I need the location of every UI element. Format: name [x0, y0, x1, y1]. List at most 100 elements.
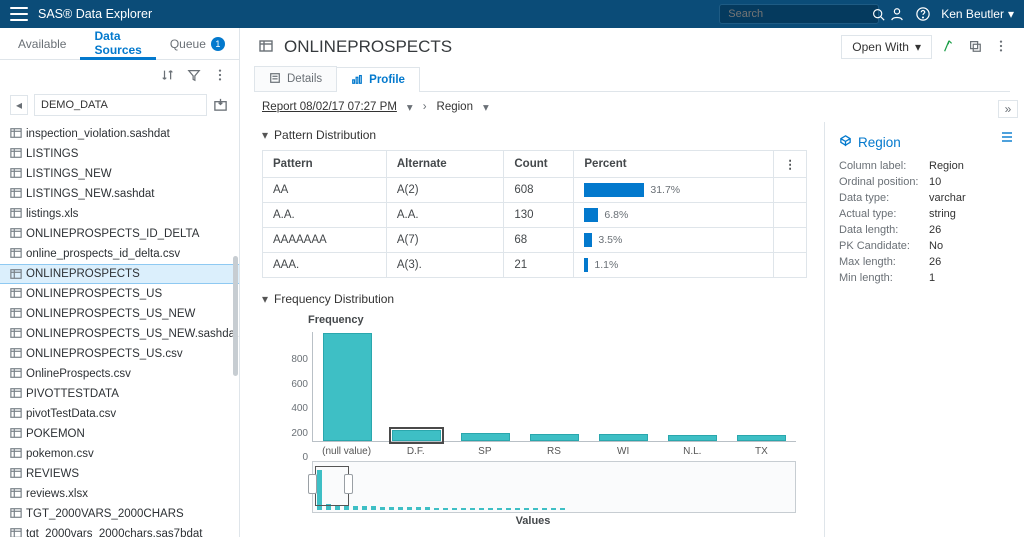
- meta-value: 10: [929, 176, 941, 188]
- x-tick: N.L.: [658, 442, 727, 457]
- list-item[interactable]: ONLINEPROSPECTS_US_NEW: [0, 304, 239, 324]
- meta-value: No: [929, 240, 943, 252]
- source-back-button[interactable]: ◂: [10, 95, 28, 115]
- list-item[interactable]: listings.xls: [0, 204, 239, 224]
- sort-icon[interactable]: [161, 68, 175, 82]
- list-item-label: pivotTestData.csv: [26, 408, 116, 420]
- content-titlebar: ONLINEPROSPECTS Open With ▾: [240, 28, 1024, 66]
- overview-handle-left[interactable]: [308, 474, 317, 494]
- tab-queue[interactable]: Queue 1: [156, 28, 239, 59]
- list-item[interactable]: ONLINEPROSPECTS_US: [0, 284, 239, 304]
- table-row[interactable]: AAA.A(3).211.1%: [263, 253, 807, 278]
- content: ONLINEPROSPECTS Open With ▾ Details Prof…: [240, 28, 1024, 537]
- chart-bar[interactable]: [530, 434, 579, 441]
- section-pattern-label: Pattern Distribution: [274, 128, 376, 142]
- list-item[interactable]: ONLINEPROSPECTS_ID_DELTA: [0, 224, 239, 244]
- import-icon[interactable]: [213, 97, 229, 113]
- x-tick: TX: [727, 442, 796, 457]
- list-item[interactable]: ONLINEPROSPECTS_US_NEW.sashdat: [0, 324, 239, 344]
- chart-bar[interactable]: [668, 435, 717, 441]
- list-item[interactable]: inspection_violation.sashdat: [0, 124, 239, 144]
- more-icon[interactable]: [213, 68, 227, 82]
- list-item[interactable]: LISTINGS: [0, 144, 239, 164]
- overview-handle-right[interactable]: [344, 474, 353, 494]
- user-icon[interactable]: [889, 6, 905, 22]
- global-search[interactable]: [719, 4, 879, 24]
- source-list[interactable]: inspection_violation.sashdatLISTINGSLIST…: [0, 124, 239, 537]
- list-item[interactable]: reviews.xlsx: [0, 484, 239, 504]
- col-menu[interactable]: ⋮: [774, 151, 807, 178]
- chart-bar[interactable]: [599, 434, 648, 441]
- table-icon: [10, 307, 22, 319]
- meta-key: PK Candidate:: [839, 240, 929, 252]
- chart-bar[interactable]: [323, 333, 372, 441]
- main-panel: ▾Pattern Distribution Pattern Alternate …: [240, 122, 824, 537]
- list-item-label: online_prospects_id_delta.csv: [26, 248, 180, 260]
- help-icon[interactable]: [915, 6, 931, 22]
- subtab-profile[interactable]: Profile: [336, 67, 420, 92]
- chart-bar[interactable]: [461, 433, 510, 441]
- list-item[interactable]: ONLINEPROSPECTS_US.csv: [0, 344, 239, 364]
- x-axis-title: Values: [270, 515, 796, 527]
- table-icon: [10, 527, 22, 537]
- col-count[interactable]: Count: [504, 151, 574, 178]
- list-item[interactable]: ONLINEPROSPECTS: [0, 264, 239, 284]
- list-item-label: tgt_2000vars_2000chars.sas7bdat: [26, 528, 202, 537]
- chevron-down-icon[interactable]: ▾: [483, 100, 489, 114]
- collapse-icon: ▾: [262, 292, 268, 306]
- toggle-panel-button[interactable]: »: [998, 100, 1018, 118]
- breadcrumb-sep: ›: [423, 101, 427, 113]
- report-link[interactable]: Report 08/02/17 07:27 PM: [262, 101, 397, 113]
- list-item-label: ONLINEPROSPECTS_US_NEW: [26, 308, 195, 320]
- meta-row: Actual type:string: [839, 208, 1014, 220]
- col-alternate[interactable]: Alternate: [386, 151, 504, 178]
- tab-available[interactable]: Available: [4, 28, 80, 59]
- chevron-down-icon[interactable]: ▾: [407, 100, 413, 114]
- list-item[interactable]: TGT_2000VARS_2000CHARS: [0, 504, 239, 524]
- list-item[interactable]: tgt_2000vars_2000chars.sas7bdat: [0, 524, 239, 537]
- col-pattern[interactable]: Pattern: [263, 151, 387, 178]
- meta-row: Min length:1: [839, 272, 1014, 284]
- list-item[interactable]: POKEMON: [0, 424, 239, 444]
- list-item[interactable]: LISTINGS_NEW: [0, 164, 239, 184]
- list-item[interactable]: PIVOTTESTDATA: [0, 384, 239, 404]
- section-frequency-label: Frequency Distribution: [274, 292, 394, 306]
- subtab-details[interactable]: Details: [254, 66, 337, 91]
- list-item[interactable]: online_prospects_id_delta.csv: [0, 244, 239, 264]
- collapse-icon: ▾: [262, 128, 268, 142]
- col-percent[interactable]: Percent: [574, 151, 774, 178]
- meta-row: Max length:26: [839, 256, 1014, 268]
- list-item[interactable]: LISTINGS_NEW.sashdat: [0, 184, 239, 204]
- open-with-button[interactable]: Open With ▾: [841, 35, 932, 59]
- list-item[interactable]: REVIEWS: [0, 464, 239, 484]
- table-row[interactable]: AAA(2)60831.7%: [263, 178, 807, 203]
- list-item[interactable]: OnlineProspects.csv: [0, 364, 239, 384]
- tab-data-sources[interactable]: Data Sources: [80, 29, 155, 60]
- chart-bar[interactable]: [392, 430, 441, 441]
- list-view-icon[interactable]: [1000, 130, 1014, 144]
- overview-strip[interactable]: [312, 461, 796, 513]
- copy-icon[interactable]: [968, 39, 984, 55]
- sidebar-scrollbar[interactable]: [233, 136, 239, 537]
- section-pattern[interactable]: ▾ Pattern Distribution: [262, 128, 818, 142]
- chevron-down-icon: ▾: [1008, 7, 1014, 21]
- bar-chart[interactable]: [312, 332, 796, 442]
- run-icon[interactable]: [942, 39, 958, 55]
- section-frequency[interactable]: ▾ Frequency Distribution: [262, 292, 818, 306]
- meta-row: Data length:26: [839, 224, 1014, 236]
- search-icon[interactable]: [872, 6, 885, 22]
- source-input[interactable]: [34, 94, 207, 116]
- user-menu[interactable]: Ken Beutler ▾: [941, 7, 1014, 21]
- filter-icon[interactable]: [187, 68, 201, 82]
- table-row[interactable]: A.A.A.A.1306.8%: [263, 203, 807, 228]
- breadcrumb-region[interactable]: Region: [437, 101, 473, 113]
- more-icon[interactable]: [994, 39, 1010, 55]
- chart-bar[interactable]: [737, 435, 786, 441]
- menu-icon[interactable]: [10, 7, 28, 21]
- table-row[interactable]: AAAAAAAA(7)683.5%: [263, 228, 807, 253]
- table-icon: [10, 327, 22, 339]
- x-tick: SP: [450, 442, 519, 457]
- search-input[interactable]: [726, 7, 872, 21]
- list-item[interactable]: pokemon.csv: [0, 444, 239, 464]
- list-item[interactable]: pivotTestData.csv: [0, 404, 239, 424]
